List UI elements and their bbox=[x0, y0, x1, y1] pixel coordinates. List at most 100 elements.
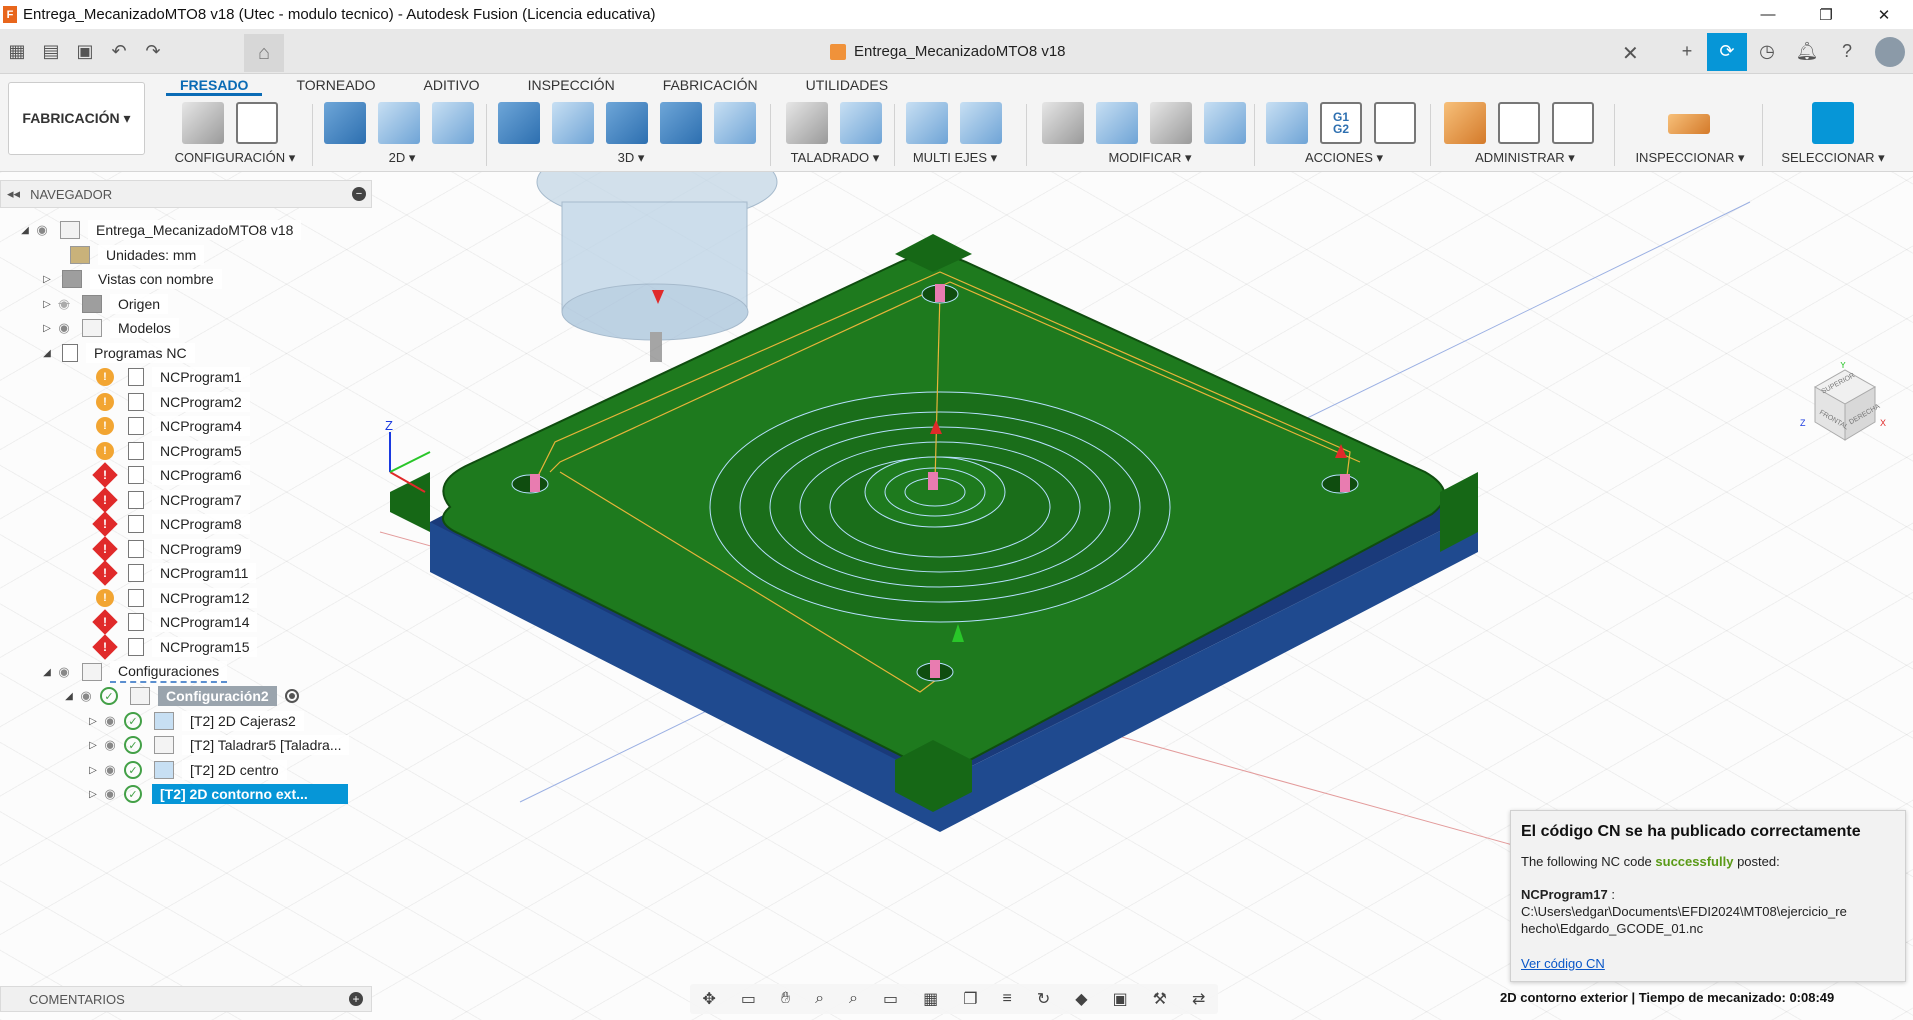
template-library-icon[interactable] bbox=[1552, 102, 1594, 144]
expand-icon[interactable]: ▷ bbox=[86, 765, 100, 776]
tab-torneado[interactable]: TORNEADO bbox=[282, 74, 389, 96]
pocket-clearing-icon[interactable] bbox=[552, 102, 594, 144]
camera-icon[interactable]: ▣ bbox=[1113, 989, 1128, 1009]
operation-row[interactable]: ▷ ◉ ✓ [T2] Taladrar5 [Taladra... bbox=[86, 733, 350, 757]
multi-axis-contour-icon[interactable] bbox=[960, 102, 1002, 144]
face-icon[interactable] bbox=[432, 102, 474, 144]
expand-icon[interactable]: ▷ bbox=[40, 323, 54, 334]
close-document-button[interactable]: ✕ bbox=[1622, 41, 1639, 66]
job-status-icon[interactable]: ⟳ bbox=[1707, 32, 1747, 71]
tree-units[interactable]: Unidades: mm bbox=[62, 243, 205, 267]
collapse-panel-icon[interactable]: ◂◂ bbox=[7, 186, 20, 202]
group-config-label[interactable]: CONFIGURACIÓN ▾ bbox=[160, 150, 310, 166]
visibility-eye-icon[interactable]: ◉ bbox=[76, 688, 96, 704]
2d-pocket-icon[interactable] bbox=[378, 102, 420, 144]
tree-models[interactable]: ▷ ◉ Modelos bbox=[40, 316, 179, 340]
tree-setups[interactable]: ◢ ◉ Configuraciones bbox=[40, 660, 228, 684]
new-tab-icon[interactable]: + bbox=[1667, 33, 1707, 71]
rotate-icon[interactable]: ↻ bbox=[1037, 989, 1050, 1009]
group-actions-label[interactable]: ACCIONES ▾ bbox=[1264, 150, 1424, 166]
visibility-eye-icon[interactable]: ◉ bbox=[54, 320, 74, 336]
pan-hand-icon[interactable]: ✋︎ bbox=[781, 990, 790, 1008]
material-icon[interactable]: ◆ bbox=[1075, 989, 1087, 1009]
visibility-eye-icon[interactable]: ◉ bbox=[100, 737, 120, 753]
collapse-icon[interactable]: ◢ bbox=[62, 691, 76, 702]
group-modify-label[interactable]: MODIFICAR ▾ bbox=[1040, 150, 1260, 166]
tree-nc-programs[interactable]: ◢ Programas NC bbox=[40, 341, 195, 365]
nc-program-row[interactable]: ! NCProgram12 bbox=[90, 586, 258, 610]
delete-toolpath-icon[interactable] bbox=[1096, 102, 1138, 144]
2d-adaptive-icon[interactable] bbox=[324, 102, 366, 144]
stock-display-icon[interactable]: ≡ bbox=[1003, 990, 1012, 1008]
view-nc-code-link[interactable]: Ver código CN bbox=[1521, 956, 1605, 971]
app-grid-icon[interactable]: ▦ bbox=[0, 37, 34, 67]
tree-setup2[interactable]: ◢ ◉ ✓ Configuración2 bbox=[62, 684, 299, 708]
select-arrow-icon[interactable] bbox=[1812, 102, 1854, 144]
setup-sheet-icon[interactable] bbox=[1374, 102, 1416, 144]
expand-icon[interactable]: ▷ bbox=[86, 740, 100, 751]
expand-icon[interactable]: ▷ bbox=[86, 789, 100, 800]
active-setup-radio[interactable] bbox=[284, 689, 299, 703]
post-library-icon[interactable] bbox=[1498, 102, 1540, 144]
group-select-label[interactable]: SELECCIONAR ▾ bbox=[1768, 150, 1898, 166]
group-drill-label[interactable]: TALADRADO ▾ bbox=[780, 150, 890, 166]
nc-program-row[interactable]: ! NCProgram8 bbox=[90, 511, 250, 537]
tab-aditivo[interactable]: ADITIVO bbox=[410, 74, 494, 96]
maximize-button[interactable]: ❐ bbox=[1797, 0, 1855, 29]
expand-root-icon[interactable]: ◢ bbox=[18, 225, 32, 236]
nc-program-row[interactable]: ! NCProgram7 bbox=[90, 487, 250, 513]
hidden-eye-icon[interactable]: ◉ bbox=[54, 296, 74, 312]
nc-program-row[interactable]: ! NCProgram11 bbox=[90, 560, 257, 586]
close-window-button[interactable]: ✕ bbox=[1855, 0, 1913, 29]
viewcube[interactable]: SUPERIOR FRONTAL DERECHA Y Z X bbox=[1800, 360, 1890, 452]
nc-program-row[interactable]: ! NCProgram2 bbox=[90, 390, 250, 414]
tree-named-views[interactable]: ▷ Vistas con nombre bbox=[40, 267, 222, 291]
adaptive-clearing-icon[interactable] bbox=[498, 102, 540, 144]
add-comment-icon[interactable]: + bbox=[349, 992, 363, 1006]
home-button[interactable]: ⌂ bbox=[244, 34, 284, 72]
group-multiaxis-label[interactable]: MULTI EJES ▾ bbox=[900, 150, 1010, 166]
trim-icon[interactable] bbox=[1042, 102, 1084, 144]
comments-panel[interactable]: COMENTARIOS + bbox=[0, 986, 372, 1012]
expand-icon[interactable]: ▷ bbox=[40, 274, 54, 285]
operation-row[interactable]: ▷ ◉ ✓ [T2] 2D centro bbox=[86, 758, 287, 782]
redo-icon[interactable]: ↷ bbox=[136, 37, 170, 67]
minimize-browser-icon[interactable]: − bbox=[352, 187, 366, 201]
look-at-icon[interactable]: ▭ bbox=[741, 989, 756, 1009]
reorder-icon[interactable] bbox=[1204, 102, 1246, 144]
notifications-bell-icon[interactable]: 🔔︎ bbox=[1787, 33, 1827, 71]
user-avatar[interactable] bbox=[1875, 36, 1905, 67]
operation-row[interactable]: ▷ ◉ ✓ [T2] 2D contorno ext... bbox=[86, 782, 348, 806]
drill-icon[interactable] bbox=[786, 102, 828, 144]
minimize-button[interactable]: — bbox=[1739, 0, 1797, 29]
expand-icon[interactable]: ▷ bbox=[40, 299, 54, 310]
post-process-icon[interactable]: G1 G2 bbox=[1320, 102, 1362, 144]
swarf-icon[interactable] bbox=[906, 102, 948, 144]
group-inspect-label[interactable]: INSPECCIONAR ▾ bbox=[1620, 150, 1760, 166]
measure-icon[interactable] bbox=[1668, 114, 1710, 134]
tree-origin[interactable]: ▷ ◉ Origen bbox=[40, 292, 169, 316]
visibility-eye-icon[interactable]: ◉ bbox=[100, 762, 120, 778]
visibility-eye-icon[interactable]: ◉ bbox=[54, 664, 74, 680]
visibility-eye-icon[interactable]: ◉ bbox=[100, 713, 120, 729]
orbit-icon[interactable]: ✥ bbox=[702, 989, 715, 1009]
visibility-eye-icon[interactable]: ◉ bbox=[32, 222, 52, 238]
steep-shallow-icon[interactable] bbox=[606, 102, 648, 144]
grid-settings-icon[interactable]: ▦ bbox=[923, 989, 938, 1009]
viewports-icon[interactable]: ❐ bbox=[963, 989, 977, 1009]
file-menu-icon[interactable]: ▤ bbox=[34, 37, 68, 67]
tool-display-icon[interactable]: ⚒︎ bbox=[1153, 989, 1167, 1009]
help-icon[interactable]: ? bbox=[1827, 33, 1867, 71]
expand-icon[interactable]: ▷ bbox=[86, 716, 100, 727]
save-icon[interactable]: ▣ bbox=[68, 37, 102, 67]
history-icon[interactable]: ◷ bbox=[1747, 33, 1787, 71]
group-2d-label[interactable]: 2D ▾ bbox=[322, 150, 482, 166]
zoom-icon[interactable]: ⌕ bbox=[815, 990, 824, 1008]
scallop-icon[interactable] bbox=[660, 102, 702, 144]
tab-fabricacion[interactable]: FABRICACIÓN bbox=[649, 74, 772, 96]
nc-program-row[interactable]: ! NCProgram1 bbox=[90, 365, 250, 389]
tree-root[interactable]: ◢ ◉ Entrega_MecanizadoMTO8 v18 bbox=[18, 218, 302, 242]
nc-program-icon[interactable] bbox=[236, 102, 278, 144]
move-icon[interactable] bbox=[1150, 102, 1192, 144]
nc-program-row[interactable]: ! NCProgram5 bbox=[90, 439, 250, 463]
